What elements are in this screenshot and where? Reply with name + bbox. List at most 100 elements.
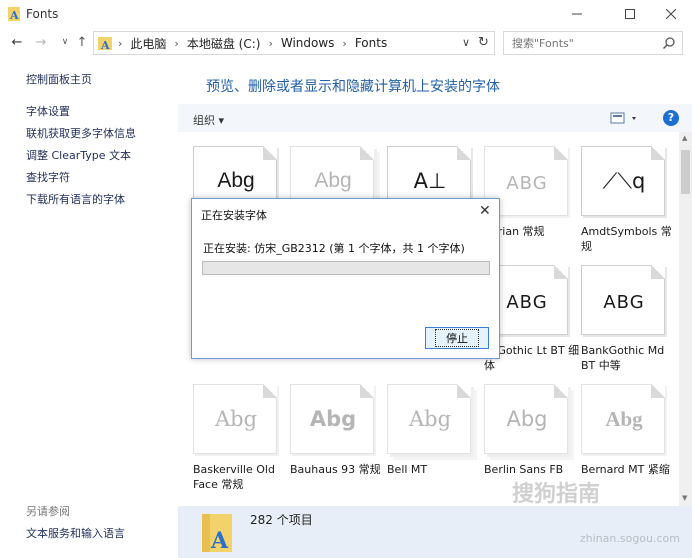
watermark-text: zhinan.sogou.com <box>579 532 680 545</box>
get-more-font-info-link[interactable]: 联机获取更多字体信息 <box>26 125 136 141</box>
page-fold-icon <box>651 265 665 279</box>
breadcrumb-separator-icon: › <box>118 36 123 50</box>
minimize-button[interactable] <box>554 0 600 28</box>
view-options-icon[interactable] <box>610 111 642 125</box>
font-name: BankGothic Md BT 中等 <box>581 344 665 372</box>
font-name: Bell MT <box>387 463 428 476</box>
find-character-link[interactable]: 查找字符 <box>26 169 70 185</box>
recent-locations-button[interactable]: ∨ <box>57 34 73 50</box>
details-pane: A 282 个项目 zhinan.sogou.com <box>178 506 692 558</box>
install-font-dialog: 正在安装字体 ✕ 正在安装: 仿宋_GB2312 (第 1 个字体，共 1 个字… <box>191 198 500 359</box>
font-sample: Abg <box>506 407 548 431</box>
scroll-thumb[interactable] <box>681 150 690 194</box>
dialog-close-icon[interactable]: ✕ <box>479 203 491 219</box>
address-dropdown-icon[interactable]: ∨ <box>462 36 470 49</box>
page-fold-icon <box>360 384 374 398</box>
refresh-icon[interactable]: ↻ <box>478 35 489 50</box>
command-bar: 组织 ▾ ? <box>178 104 692 132</box>
page-fold-icon <box>360 146 374 160</box>
page-fold-icon <box>263 146 277 160</box>
font-sample: Abg <box>605 407 643 431</box>
minimize-icon <box>572 13 582 15</box>
stop-button[interactable]: 停止 <box>425 327 489 349</box>
breadcrumb-fonts[interactable]: Fonts <box>352 36 390 50</box>
close-button[interactable] <box>648 0 692 28</box>
fonts-folder-icon: A <box>202 514 232 554</box>
forward-button[interactable]: → <box>33 34 49 50</box>
font-preview-icon: Abg <box>290 384 374 454</box>
font-sample: Abg <box>314 169 352 192</box>
search-input[interactable] <box>504 32 654 54</box>
address-bar[interactable]: A › 此电脑 › 本地磁盘 (C:) › Windows › Fonts ∨ … <box>93 31 495 55</box>
watermark-logo: 搜狗指南 <box>512 482 601 507</box>
page-fold-icon <box>554 265 568 279</box>
page-fold-icon <box>457 384 471 398</box>
font-preview-icon: Abg <box>387 384 471 454</box>
font-sample: Abg <box>408 407 452 431</box>
help-icon[interactable]: ? <box>663 110 679 126</box>
page-fold-icon <box>263 384 277 398</box>
text-services-link[interactable]: 文本服务和输入语言 <box>26 525 125 541</box>
search-box[interactable] <box>503 31 683 55</box>
font-sample: Abg <box>214 407 258 431</box>
breadcrumb-local-disk[interactable]: 本地磁盘 (C:) <box>184 35 264 52</box>
address-row: ← → ∨ ↑ A › 此电脑 › 本地磁盘 (C:) › Windows › … <box>0 28 692 58</box>
chevron-down-icon: ∨ <box>61 37 69 47</box>
font-preview-icon: ABG <box>581 265 665 335</box>
page-headline: 预览、删除或者显示和隐藏计算机上安装的字体 <box>206 79 500 95</box>
item-count: 282 个项目 <box>250 513 313 527</box>
scroll-down-icon[interactable]: ▼ <box>682 494 687 502</box>
font-preview-icon: Abg <box>484 384 568 454</box>
breadcrumb-separator-icon: › <box>268 36 273 50</box>
font-name: Berlin Sans FB <box>484 463 564 476</box>
svg-text:A: A <box>100 39 110 51</box>
arrow-right-icon: → <box>35 34 47 50</box>
search-icon[interactable] <box>662 36 676 50</box>
page-fold-icon <box>457 146 471 160</box>
see-also-heading: 另请参阅 <box>26 505 70 518</box>
font-sample: ⟋⟍q <box>602 169 646 193</box>
font-name: AmdtSymbols 常规 <box>581 225 672 253</box>
maximize-button[interactable] <box>607 0 653 28</box>
organize-menu[interactable]: 组织 ▾ <box>193 112 224 128</box>
vertical-scrollbar[interactable]: ▲ ▼ <box>679 132 692 506</box>
up-button[interactable]: ↑ <box>74 34 90 50</box>
breadcrumb-separator-icon: › <box>174 36 179 50</box>
adjust-cleartype-link[interactable]: 调整 ClearType 文本 <box>26 147 131 163</box>
close-icon <box>666 9 676 19</box>
font-sample: A⊥ <box>413 169 447 193</box>
svg-text:A: A <box>9 9 19 21</box>
page-fold-icon <box>554 384 568 398</box>
install-progress-bar <box>202 261 490 275</box>
stop-button-label: 停止 <box>435 329 479 347</box>
font-name: Baskerville Old Face 常规 <box>193 463 275 491</box>
title-bar: A Fonts <box>0 0 692 28</box>
font-sample: ABG <box>506 173 548 194</box>
breadcrumb-windows[interactable]: Windows <box>278 36 338 50</box>
font-sample: Abg <box>217 169 255 192</box>
page-fold-icon <box>651 384 665 398</box>
font-sample: Abg <box>309 407 357 431</box>
page-fold-icon <box>651 146 665 160</box>
dialog-title: 正在安装字体 <box>201 209 267 222</box>
fonts-app-icon: A <box>8 7 20 21</box>
back-button[interactable]: ← <box>9 34 25 50</box>
font-name: Bernard MT 紧缩 <box>581 463 670 476</box>
font-settings-link[interactable]: 字体设置 <box>26 103 70 119</box>
left-pane: 控制面板主页 字体设置 联机获取更多字体信息 调整 ClearType 文本 查… <box>0 58 178 558</box>
maximize-icon <box>625 9 635 19</box>
breadcrumb-this-pc[interactable]: 此电脑 <box>127 35 169 52</box>
scroll-up-icon[interactable]: ▲ <box>682 134 687 142</box>
fonts-folder-icon: A <box>98 37 112 51</box>
font-preview-icon: ⟋⟍q <box>581 146 665 216</box>
font-sample: ABG <box>603 292 645 313</box>
control-panel-home-link[interactable]: 控制面板主页 <box>26 71 92 87</box>
font-name: Bauhaus 93 常规 <box>290 463 381 476</box>
breadcrumb-separator-icon: › <box>342 36 347 50</box>
arrow-up-icon: ↑ <box>76 34 88 50</box>
download-all-fonts-link[interactable]: 下载所有语言的字体 <box>26 191 125 207</box>
page-fold-icon <box>554 146 568 160</box>
arrow-left-icon: ← <box>11 34 23 50</box>
dialog-message: 正在安装: 仿宋_GB2312 (第 1 个字体，共 1 个字体) <box>203 242 465 255</box>
svg-text:A: A <box>210 528 229 554</box>
